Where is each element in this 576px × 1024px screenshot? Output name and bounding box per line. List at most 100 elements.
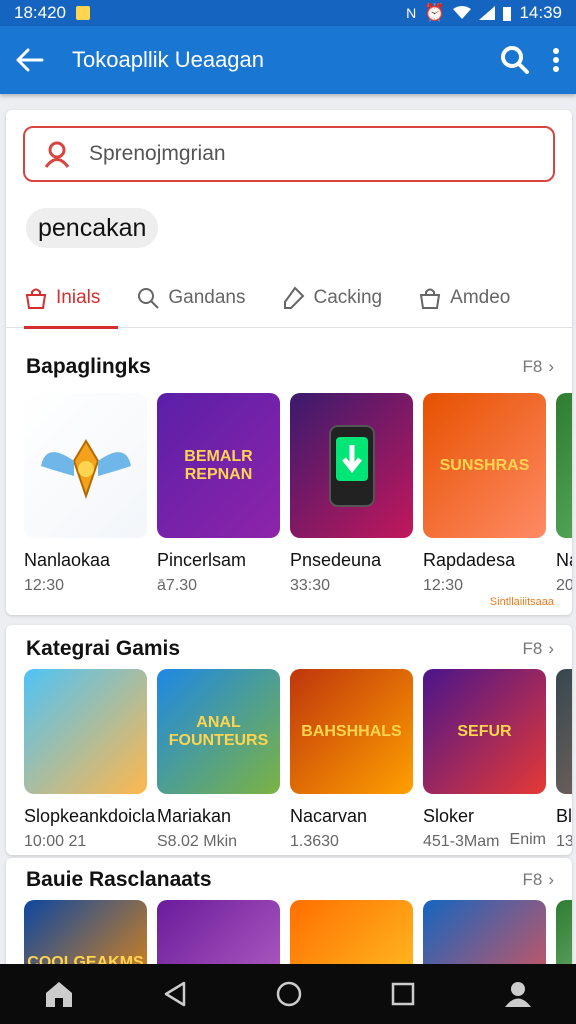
app-tile[interactable]: BAHSHHALS Nacarvan 1.3630 xyxy=(290,669,413,851)
app-thumbnail xyxy=(556,669,572,794)
app-thumbnail xyxy=(157,900,280,968)
app-tile[interactable]: Ble 13 xyxy=(556,669,572,851)
thumbnail-text: SEFUR xyxy=(457,722,512,740)
thumbnail-text: BAHSHHALS xyxy=(301,722,402,740)
app-name: Ble xyxy=(556,806,572,826)
wifi-icon xyxy=(453,6,472,19)
app-tile[interactable]: ANAL FOUNTEURS Mariakan S8.02 Mkin xyxy=(157,669,280,851)
filter-chip[interactable]: pencakan xyxy=(26,208,159,248)
more-vert-icon[interactable] xyxy=(552,47,560,73)
app-name: Na xyxy=(556,550,572,570)
app-name: Pnsedeuna xyxy=(290,550,382,570)
chevron-right-icon: › xyxy=(548,870,554,889)
app-name: Slopkeankdoicla xyxy=(24,806,156,826)
section-title: Bauie Rasclanaats xyxy=(26,868,212,891)
see-more-label: F8 xyxy=(522,357,543,376)
app-subtitle: 1.3630 xyxy=(290,833,339,850)
app-tile[interactable] xyxy=(157,900,280,968)
main-card: Sprenojmgrian pencakan Inials Gandans Ca… xyxy=(6,110,572,615)
app-thumbnail: COOLGEAKMS xyxy=(24,900,147,968)
app-thumbnail xyxy=(290,393,413,538)
back-triangle-icon[interactable] xyxy=(163,981,187,1007)
app-tile[interactable]: Na 20 xyxy=(556,393,572,595)
search-icon xyxy=(138,288,160,309)
app-subtitle: 20 xyxy=(556,577,572,594)
user-icon xyxy=(44,141,70,168)
back-arrow-icon[interactable] xyxy=(16,48,44,72)
tab-label: Cacking xyxy=(313,287,383,308)
tag-icon xyxy=(284,286,305,309)
popular-card: Bauie Rasclanaats F8 › COOLGEAKMS xyxy=(6,858,572,968)
app-tile[interactable]: SEFUR Sloker 451-3Mam Enim xyxy=(423,669,546,851)
app-thumbnail xyxy=(290,900,413,968)
thumbnail-text: ANAL FOUNTEURS xyxy=(168,713,269,749)
tab-2[interactable]: Cacking xyxy=(263,268,400,328)
app-tile[interactable]: Slopkeankdoicla 10:00 21 xyxy=(24,669,156,851)
nfc-icon: N xyxy=(406,5,417,21)
app-tile[interactable] xyxy=(290,900,413,968)
phone-icon xyxy=(328,424,375,507)
app-tile[interactable]: Nanlaokaa 12:30 xyxy=(24,393,147,595)
tab-label: Gandans xyxy=(168,287,246,308)
tab-0[interactable]: Inials xyxy=(6,268,119,329)
app-bar: Tokoapllik Ueaagan xyxy=(0,26,576,94)
status-time-left: 18:420 xyxy=(14,3,66,22)
app-subtitle: ā7.30 xyxy=(157,577,198,594)
search-placeholder: Sprenojmgrian xyxy=(89,142,226,165)
profile-icon[interactable] xyxy=(504,980,532,1008)
recents-square-icon[interactable] xyxy=(391,982,415,1006)
app-thumbnail: SEFUR xyxy=(423,669,546,794)
app-name: Mariakan xyxy=(157,806,232,826)
tagline: Sintllaiiitsaaa xyxy=(489,596,554,608)
app-name: Nanlaokaa xyxy=(24,550,111,570)
winged-shield-icon xyxy=(40,438,131,499)
see-more-label: F8 xyxy=(522,870,543,889)
home-circle-icon[interactable] xyxy=(275,980,303,1008)
app-subtitle: 12:30 xyxy=(423,577,464,594)
app-thumbnail: SUNSHRAS xyxy=(423,393,546,538)
app-thumbnail: BAHSHHALS xyxy=(290,669,413,794)
see-more-link[interactable]: F8 › xyxy=(522,357,554,377)
tab-label: Amdeo xyxy=(450,287,511,308)
system-nav-bar xyxy=(0,964,576,1024)
app-subtitle: 13 xyxy=(556,833,572,850)
app-thumbnail xyxy=(24,669,147,794)
app-row: Slopkeankdoicla 10:00 21 ANAL FOUNTEURS Mar… xyxy=(24,669,572,851)
app-tile[interactable] xyxy=(556,900,572,968)
status-bar: 18:420 N ⏰ 14:39 xyxy=(0,0,576,26)
section-title: Bapaglingks xyxy=(26,355,151,378)
tab-label: Inials xyxy=(56,287,101,308)
tab-1[interactable]: Gandans xyxy=(118,268,263,328)
app-name: Rapdadesa xyxy=(423,550,516,570)
app-name: Sloker xyxy=(423,806,475,826)
status-time-right: 14:39 xyxy=(519,3,562,22)
notification-icon xyxy=(76,6,90,20)
app-subtitle: 12:30 xyxy=(24,577,65,594)
see-more-link[interactable]: F8 › xyxy=(522,639,554,659)
tab-bar: Inials Gandans Cacking Amdeo xyxy=(6,268,572,329)
app-thumbnail: BEMALR REPNAN xyxy=(157,393,280,538)
app-thumbnail: ANAL FOUNTEURS xyxy=(157,669,280,794)
alarm-icon: ⏰ xyxy=(424,3,446,22)
app-tile[interactable]: Pnsedeuna 33:30 xyxy=(290,393,413,595)
chevron-right-icon: › xyxy=(548,639,554,658)
page-title: Tokoapllik Ueaagan xyxy=(72,47,265,72)
chevron-right-icon: › xyxy=(548,357,554,376)
battery-icon xyxy=(503,6,512,21)
search-icon[interactable] xyxy=(500,45,530,75)
app-tile[interactable] xyxy=(423,900,546,968)
thumbnail-text: SUNSHRAS xyxy=(439,456,530,474)
app-tile[interactable]: COOLGEAKMS xyxy=(24,900,147,968)
tab-3[interactable]: Amdeo xyxy=(400,268,528,328)
search-input[interactable]: Sprenojmgrian xyxy=(23,126,555,182)
app-name: Nacarvan xyxy=(290,806,368,826)
see-more-label: F8 xyxy=(522,639,543,658)
app-thumbnail xyxy=(556,393,572,538)
see-more-link[interactable]: F8 › xyxy=(522,870,554,890)
home-icon[interactable] xyxy=(44,980,74,1008)
app-thumbnail xyxy=(24,393,147,538)
app-tile[interactable]: SUNSHRAS Rapdadesa 12:30 xyxy=(423,393,546,595)
app-subtitle: S8.02 Mkin xyxy=(157,833,238,850)
app-tile[interactable]: BEMALR REPNAN Pincerlsam ā7.30 xyxy=(157,393,280,595)
app-thumbnail xyxy=(556,900,572,968)
